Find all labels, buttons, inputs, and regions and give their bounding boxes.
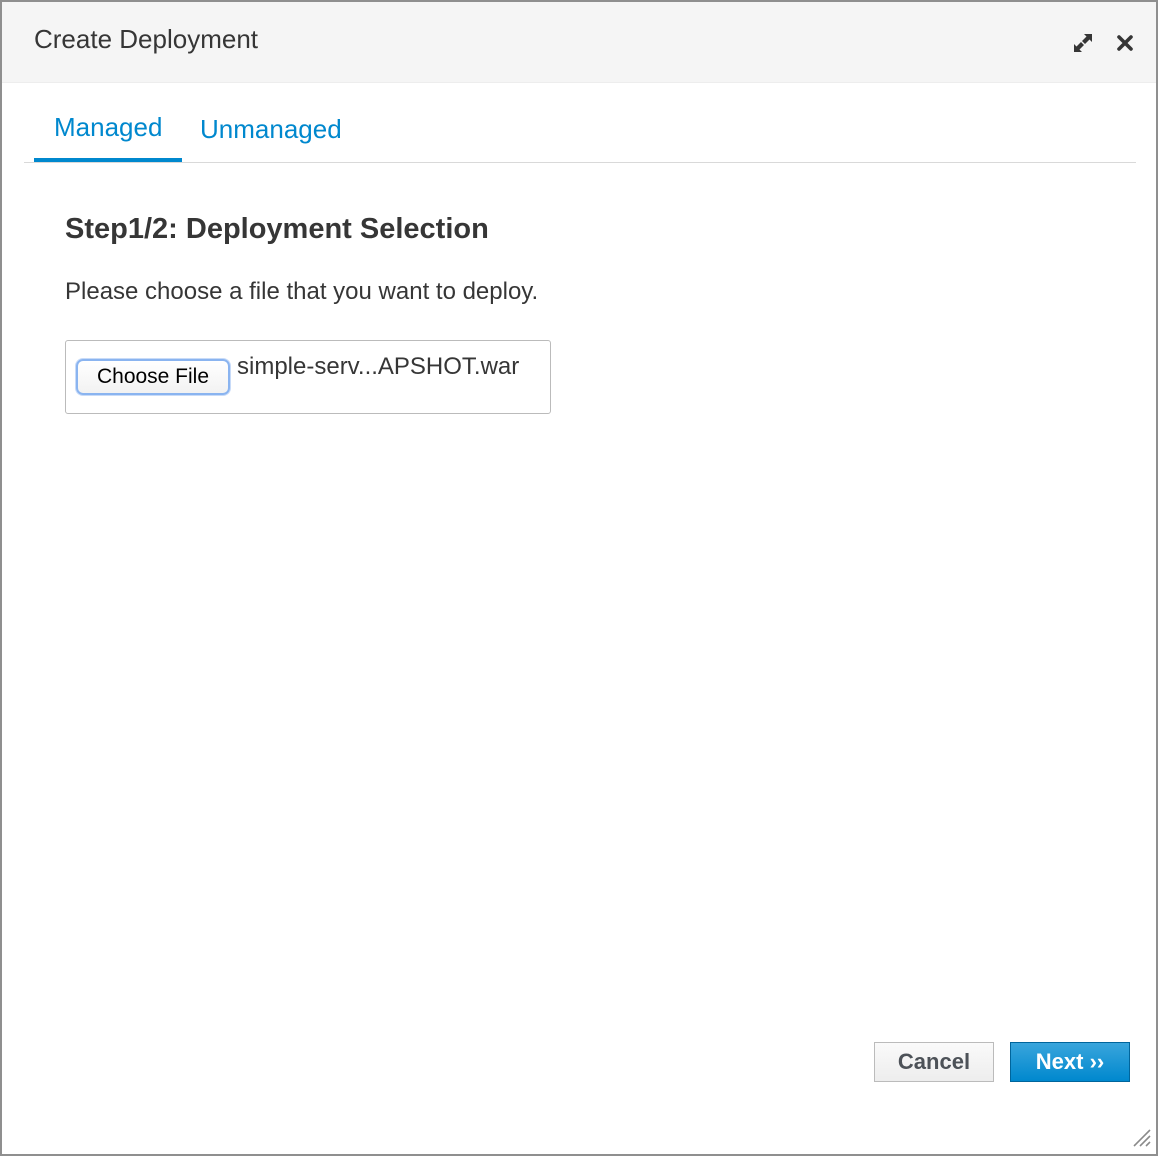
deployment-type-tabs: Managed Unmanaged: [24, 82, 1136, 163]
dialog-header: Create Deployment: [2, 2, 1156, 83]
tab-managed[interactable]: Managed: [34, 112, 183, 162]
cancel-button[interactable]: Cancel: [874, 1042, 994, 1082]
resize-grip-icon[interactable]: [1130, 1126, 1152, 1148]
create-deployment-dialog: Create Deployment Managed Unmanaged Step…: [0, 0, 1158, 1156]
step-title: Step1/2: Deployment Selection: [65, 213, 489, 245]
maximize-icon[interactable]: [1070, 30, 1096, 56]
choose-file-button[interactable]: Choose File: [76, 359, 230, 395]
close-icon[interactable]: [1112, 30, 1138, 56]
next-button[interactable]: Next ››: [1010, 1042, 1130, 1082]
dialog-title: Create Deployment: [34, 24, 258, 54]
tab-unmanaged[interactable]: Unmanaged: [180, 114, 362, 164]
instructions-text: Please choose a file that you want to de…: [65, 278, 539, 305]
selected-file-name: simple-serv...APSHOT.war: [237, 353, 520, 380]
file-upload-field: Choose File simple-serv...APSHOT.war: [65, 340, 551, 414]
